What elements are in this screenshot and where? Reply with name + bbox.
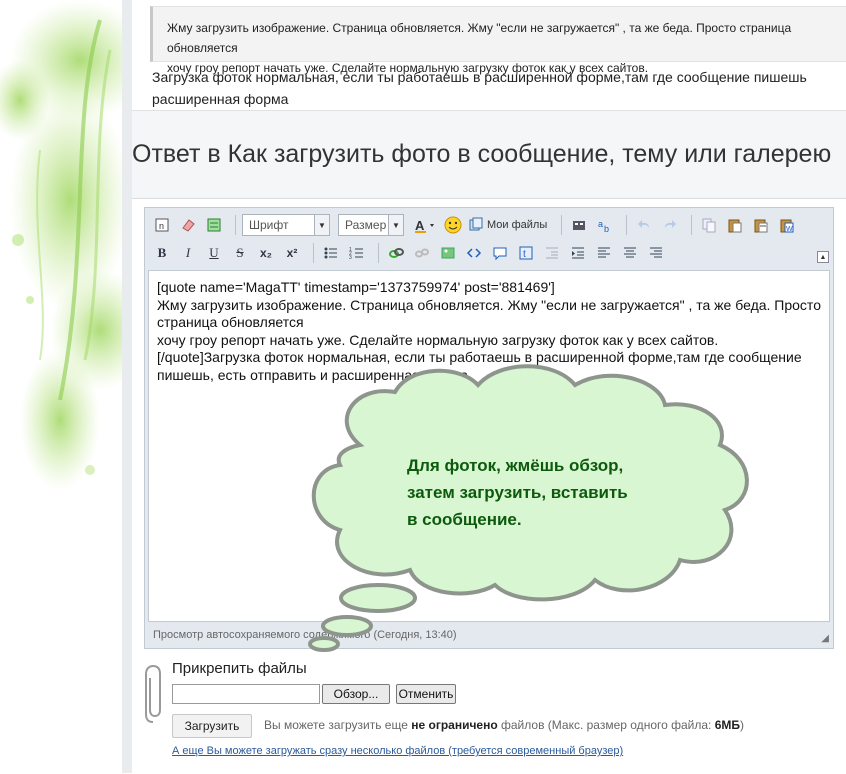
previous-post: Жму загрузить изображение. Страница обно… [132,0,846,111]
upload-hint-prefix: Вы можете загрузить еще [264,718,412,732]
message-textarea[interactable]: [quote name='MagaTT' timestamp='13737599… [148,270,830,622]
toolbar-separator [691,215,693,235]
upload-hint-size: 6МБ [714,718,740,732]
callout-text: Для фоток, жмёшь обзор, затем загрузить,… [407,456,628,529]
special-chars-icon[interactable] [568,214,590,236]
size-select[interactable]: Размер ▼ [338,214,404,236]
bold-button[interactable]: B [151,242,173,264]
files-icon [469,217,483,231]
bullet-list-icon[interactable] [320,242,342,264]
quote-icon[interactable] [489,242,511,264]
svg-text:W: W [786,226,793,233]
eraser-icon[interactable] [177,214,199,236]
svg-text:A: A [415,218,425,233]
translate-icon[interactable]: ab [594,214,616,236]
twitter-icon[interactable]: t [515,242,537,264]
toolbar-row-1: n Шрифт ▼ Размер ▼ A Мои файлы a b W [151,211,802,239]
quote-box: Жму загрузить изображение. Страница обно… [150,6,846,75]
align-center-icon[interactable] [619,242,641,264]
toolbar-separator [235,215,236,235]
superscript-button[interactable]: x² [281,242,303,264]
paste-text-icon[interactable] [750,214,772,236]
autosave-link[interactable]: Просмотр автосохраняемого содержимого (С… [153,629,457,641]
undo-icon[interactable] [633,214,655,236]
chevron-down-icon: ▼ [388,215,403,235]
attachments-section: Прикрепить файлы Обзор... Отменить Загру… [144,650,832,765]
svg-text:3: 3 [349,255,352,261]
upload-hint-middle: файлов (Макс. размер одного файла: [497,718,715,732]
collapse-toolbar-icon[interactable]: ▲ [817,251,829,263]
unlink-icon[interactable] [411,242,433,264]
spoiler-icon[interactable] [203,214,225,236]
font-select-label: Шрифт [249,218,289,232]
italic-button[interactable]: I [177,242,199,264]
attach-title: Прикрепить файлы [172,660,307,677]
resize-handle-icon[interactable]: ◢ [821,633,829,644]
font-color-icon[interactable]: A [412,214,438,236]
decorative-splash [0,0,122,773]
image-icon[interactable] [437,242,459,264]
paperclip-icon [145,664,161,723]
code-icon[interactable] [463,242,485,264]
paste-icon[interactable] [724,214,746,236]
toolbar-row-2: B I U S x₂ x² 123 t [151,239,671,267]
upload-hint: Вы можете загрузить еще не ограничено фа… [264,718,744,732]
copy-icon[interactable] [698,214,720,236]
source-mode-icon[interactable]: n [151,214,173,236]
file-path-input[interactable] [172,684,320,704]
toolbar-separator [561,215,563,235]
chevron-down-icon: ▼ [314,215,329,235]
upload-hint-suffix: ) [740,718,744,732]
svg-text:n: n [159,221,164,231]
my-files-label: Мои файлы [487,219,548,231]
align-right-icon[interactable] [645,242,667,264]
size-select-label: Размер [345,218,387,232]
svg-text:a: a [598,219,603,229]
numbered-list-icon[interactable]: 123 [346,242,368,264]
rich-text-editor: n Шрифт ▼ Размер ▼ A Мои файлы a b W B I… [144,207,834,649]
upload-hint-limit: не ограничено [411,718,498,732]
indent-icon[interactable] [567,242,589,264]
toolbar-separator [313,243,314,263]
strike-button[interactable]: S [229,242,251,264]
page-title: Ответ в Как загрузить фото в сообщение, … [132,140,832,168]
reply-text: Загрузка фоток нормальная, если ты работ… [152,69,807,107]
align-left-icon[interactable] [593,242,615,264]
outdent-icon[interactable] [541,242,563,264]
underline-button[interactable]: U [203,242,225,264]
upload-button[interactable]: Загрузить [172,714,252,738]
svg-text:t: t [523,249,526,260]
emoticon-icon[interactable] [442,214,464,236]
toolbar-separator [626,215,628,235]
link-icon[interactable] [385,242,407,264]
browse-button[interactable]: Обзор... [322,684,390,704]
cancel-button[interactable]: Отменить [396,684,456,704]
multi-upload-link[interactable]: А еще Вы можете загружать сразу нескольк… [172,745,623,757]
toolbar-separator [378,243,379,263]
font-select[interactable]: Шрифт ▼ [242,214,330,236]
subscript-button[interactable]: x₂ [255,242,277,264]
paste-word-icon[interactable]: W [776,214,798,236]
redo-icon[interactable] [659,214,681,236]
svg-text:b: b [604,224,609,233]
my-files-button[interactable]: Мои файлы [468,217,547,233]
message-body[interactable]: [quote name='MagaTT' timestamp='13737599… [157,279,822,384]
